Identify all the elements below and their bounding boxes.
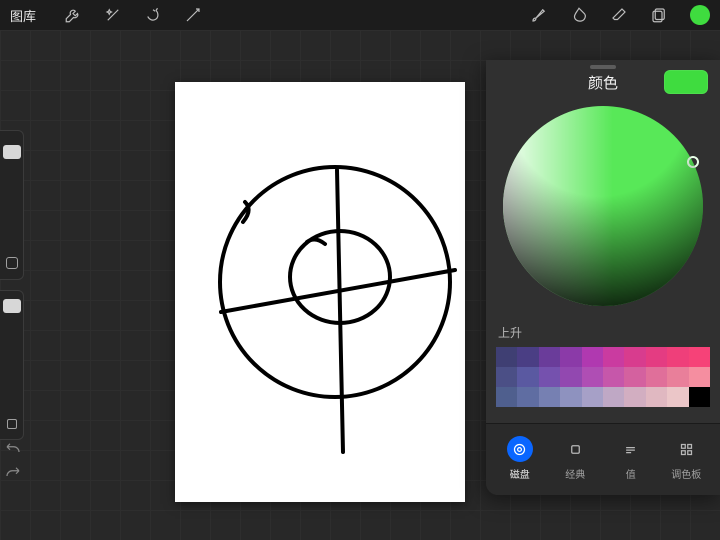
color-panel: 颜色 上升 磁盘 经典 值 调色板 — [486, 60, 720, 495]
palette-swatch[interactable] — [582, 367, 603, 387]
palette-swatch[interactable] — [689, 387, 710, 407]
gallery-button[interactable]: 图库 — [10, 6, 36, 25]
palette-swatch[interactable] — [646, 347, 667, 367]
palette-swatch[interactable] — [539, 387, 560, 407]
palette-swatch[interactable] — [496, 347, 517, 367]
selection-icon[interactable] — [144, 6, 162, 24]
palette-swatch[interactable] — [603, 367, 624, 387]
palette-swatch[interactable] — [689, 347, 710, 367]
color-panel-title: 颜色 — [542, 72, 664, 93]
tab-label: 值 — [626, 466, 636, 481]
palette-grid — [486, 347, 720, 407]
canvas-drawing — [175, 82, 465, 502]
palette-swatch[interactable] — [667, 367, 688, 387]
eraser-icon[interactable] — [610, 6, 628, 24]
disc-icon — [507, 436, 533, 462]
palette-swatch[interactable] — [517, 347, 538, 367]
redo-icon[interactable] — [4, 466, 22, 480]
brush-opacity-slider[interactable] — [0, 290, 24, 440]
palette-swatch[interactable] — [496, 387, 517, 407]
palette-swatch[interactable] — [689, 367, 710, 387]
palette-swatch[interactable] — [582, 387, 603, 407]
color-wheel-container — [486, 100, 720, 316]
undo-redo-group — [4, 442, 22, 480]
palette-swatch[interactable] — [517, 387, 538, 407]
tab-classic[interactable]: 经典 — [548, 432, 604, 485]
palette-swatch[interactable] — [603, 387, 624, 407]
color-wheel[interactable] — [503, 106, 703, 306]
palette-swatch[interactable] — [603, 347, 624, 367]
classic-icon — [562, 436, 588, 462]
color-mode-tabs: 磁盘 经典 值 调色板 — [486, 423, 720, 495]
toolbar-right — [530, 5, 710, 25]
palette-swatch[interactable] — [667, 387, 688, 407]
palette-section-label: 上升 — [486, 316, 720, 347]
palette-swatch[interactable] — [624, 387, 645, 407]
palette-row — [496, 367, 710, 387]
tab-label: 经典 — [565, 466, 585, 481]
brush-preview-square — [6, 257, 18, 269]
current-color-dot[interactable] — [690, 5, 710, 25]
palette-swatch[interactable] — [560, 367, 581, 387]
palette-swatch[interactable] — [582, 347, 603, 367]
palette-swatch[interactable] — [517, 367, 538, 387]
brush-size-slider[interactable] — [0, 130, 24, 280]
palette-swatch[interactable] — [624, 367, 645, 387]
canvas[interactable] — [175, 82, 465, 502]
palette-swatch[interactable] — [539, 347, 560, 367]
drag-handle-icon[interactable] — [590, 65, 616, 69]
slider-thumb[interactable] — [3, 145, 21, 159]
palette-swatch[interactable] — [624, 347, 645, 367]
palette-icon — [673, 436, 699, 462]
toolbar-left: 图库 — [10, 6, 202, 25]
move-icon[interactable] — [184, 6, 202, 24]
smudge-icon[interactable] — [570, 6, 588, 24]
value-icon — [618, 436, 644, 462]
brush-icon[interactable] — [530, 6, 548, 24]
palette-swatch[interactable] — [496, 367, 517, 387]
selected-color-swatch[interactable] — [664, 70, 708, 94]
brush-preview-small — [7, 419, 17, 429]
wand-icon[interactable] — [104, 6, 122, 24]
tab-label: 调色板 — [671, 466, 701, 481]
palette-swatch[interactable] — [560, 347, 581, 367]
palette-swatch[interactable] — [560, 387, 581, 407]
palette-swatch[interactable] — [667, 347, 688, 367]
tab-palette[interactable]: 调色板 — [659, 432, 715, 485]
slider-thumb[interactable] — [3, 299, 21, 313]
tab-disc[interactable]: 磁盘 — [492, 432, 548, 485]
top-toolbar: 图库 — [0, 0, 720, 30]
tab-label: 磁盘 — [510, 466, 530, 481]
palette-swatch[interactable] — [539, 367, 560, 387]
wrench-icon[interactable] — [64, 6, 82, 24]
palette-row — [496, 387, 710, 407]
palette-swatch[interactable] — [646, 387, 667, 407]
tab-value[interactable]: 值 — [603, 432, 659, 485]
layers-icon[interactable] — [650, 6, 668, 24]
color-wheel-cursor[interactable] — [687, 156, 699, 168]
undo-icon[interactable] — [4, 442, 22, 456]
palette-row — [496, 347, 710, 367]
palette-swatch[interactable] — [646, 367, 667, 387]
workspace-area: 颜色 上升 磁盘 经典 值 调色板 — [0, 30, 720, 540]
